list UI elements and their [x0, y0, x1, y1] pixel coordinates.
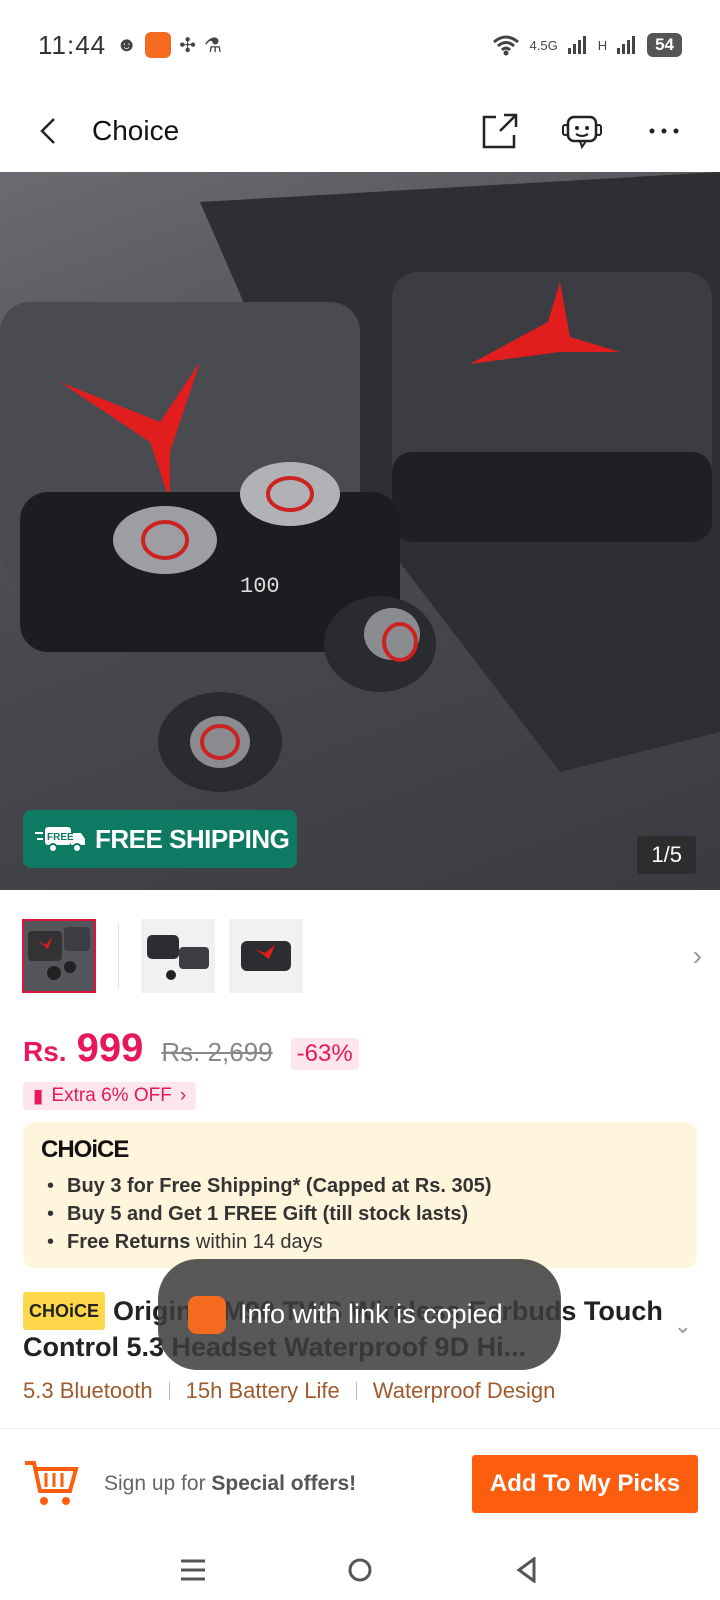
extra-discount-coupon[interactable]: ▮ Extra 6% OFF ›: [23, 1082, 197, 1110]
back-icon[interactable]: [34, 116, 64, 146]
thumbnail-divider: [118, 924, 119, 988]
toast-message: Info with link is copied: [158, 1259, 561, 1370]
closed-case-base: [392, 452, 712, 542]
free-shipping-label: FREE SHIPPING: [95, 823, 290, 854]
chevron-down-icon[interactable]: ⌄: [674, 1313, 692, 1339]
choice-tag: CHOiCE: [23, 1292, 106, 1330]
loose-earbud-left-face: [190, 716, 250, 768]
more-icon[interactable]: [642, 109, 686, 153]
delivery-truck-icon: FREE: [35, 827, 85, 853]
earbud-in-case-left: [113, 506, 217, 574]
system-navigation-bar: [0, 1540, 720, 1600]
signup-prompt[interactable]: Sign up for Special offers!: [104, 1472, 356, 1496]
notification-icons: ☻ ✣ ⚗: [116, 32, 222, 58]
choice-logo: CHOiCE: [41, 1136, 129, 1163]
support-chat-icon[interactable]: [560, 109, 604, 153]
price-row: Rs. 999 Rs. 2,699 -63%: [23, 1026, 359, 1071]
feature-divider: [168, 1382, 170, 1400]
free-tag: FREE: [47, 832, 74, 843]
app-notification-icon: [145, 32, 172, 58]
case-display: 100: [240, 574, 280, 599]
extra-discount-label: Extra 6% OFF: [51, 1085, 172, 1106]
discount-badge: -63%: [290, 1038, 359, 1070]
page-title: Choice: [92, 115, 180, 146]
snapchat-icon: ☻: [116, 33, 138, 56]
feature-tag: 5.3 Bluetooth: [23, 1378, 153, 1403]
network-label: 4.5G: [529, 37, 558, 53]
benefit-item: Free Returns within 14 days: [41, 1228, 679, 1256]
thumbnail-2[interactable]: [141, 919, 215, 993]
chevron-right-icon: ›: [179, 1085, 187, 1106]
feature-tags: 5.3 Bluetooth 15h Battery Life Waterproo…: [23, 1378, 555, 1404]
recent-apps-icon[interactable]: [175, 1552, 211, 1588]
status-right: 4.5G H 54: [492, 33, 682, 57]
app-logo-icon: [188, 1295, 226, 1334]
feature-tag: 15h Battery Life: [185, 1378, 340, 1403]
product-image-gallery[interactable]: 100 FREE FREE SHIPPING 1/5: [0, 172, 720, 890]
status-time: 11:44: [38, 29, 107, 60]
feature-divider: [355, 1382, 357, 1400]
status-bar: 11:44 ☻ ✣ ⚗ 4.5G H 54: [0, 0, 720, 90]
price-amount: 999: [76, 1026, 144, 1070]
signal-icon-2: [617, 36, 636, 54]
add-to-my-picks-button[interactable]: Add To My Picks: [472, 1454, 698, 1513]
benefits-list: Buy 3 for Free Shipping* (Capped at Rs. …: [41, 1172, 679, 1256]
original-price: Rs. 2,699: [161, 1037, 273, 1067]
share-icon[interactable]: [478, 109, 522, 153]
choice-benefits-box: CHOiCE Buy 3 for Free Shipping* (Capped …: [23, 1122, 697, 1268]
bottom-action-bar: Sign up for Special offers! Add To My Pi…: [0, 1428, 720, 1538]
free-shipping-badge: FREE FREE SHIPPING: [23, 810, 297, 868]
home-icon[interactable]: [342, 1552, 378, 1588]
earbud-in-case-right: [240, 462, 340, 526]
benefit-item: Buy 3 for Free Shipping* (Capped at Rs. …: [41, 1172, 679, 1200]
pinwheel-icon: ✣: [179, 34, 196, 57]
coupon-icon: ▮: [33, 1085, 44, 1107]
wifi-icon: [492, 35, 519, 56]
thumbnail-1[interactable]: [22, 919, 96, 993]
top-app-bar: Choice: [0, 90, 720, 172]
cart-icon[interactable]: [22, 1455, 80, 1513]
battery-indicator: 54: [647, 33, 682, 57]
back-nav-icon[interactable]: [509, 1552, 545, 1588]
image-pager: 1/5: [637, 836, 696, 874]
product-image: 100: [0, 172, 720, 792]
signal-icon: [567, 36, 586, 54]
flask-icon: ⚗: [203, 34, 222, 57]
header-actions: [478, 109, 686, 153]
feature-tag: Waterproof Design: [372, 1378, 556, 1403]
chevron-right-icon[interactable]: ›: [693, 940, 702, 972]
price-currency: Rs.: [23, 1036, 67, 1067]
toast-text: Info with link is copied: [240, 1299, 503, 1329]
thumbnail-3[interactable]: [229, 919, 303, 993]
network-label-2: H: [597, 37, 608, 53]
benefit-item: Buy 5 and Get 1 FREE Gift (till stock la…: [41, 1200, 679, 1228]
thumbnail-strip: ›: [22, 918, 702, 994]
